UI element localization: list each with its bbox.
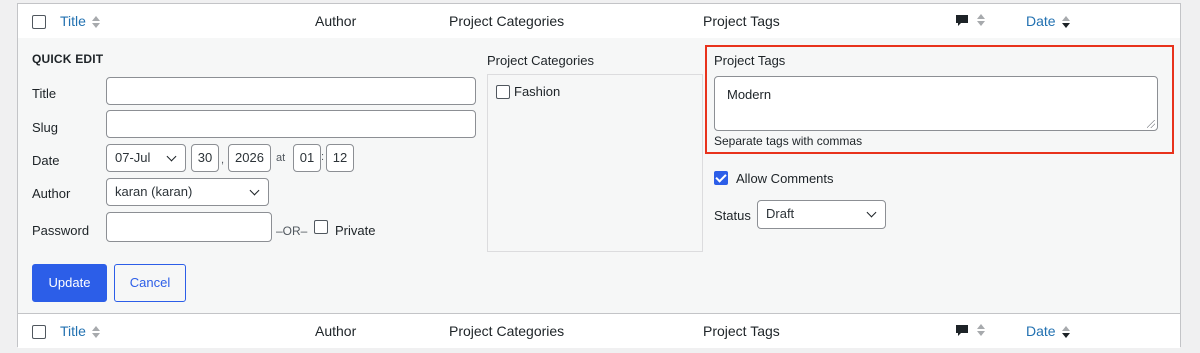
slug-label: Slug <box>32 120 59 135</box>
categories-label: Project Categories <box>487 53 594 68</box>
column-date-footer[interactable]: Date <box>1026 323 1070 339</box>
column-author-footer: Author <box>315 323 357 339</box>
year-input[interactable]: 2026 <box>228 144 271 172</box>
comment-bubble-icon <box>956 15 968 26</box>
date-at-label: at <box>276 152 286 164</box>
tags-label: Project Tags <box>714 53 786 68</box>
comment-bubble-icon <box>956 325 968 336</box>
quick-edit-heading: QUICK EDIT <box>32 52 104 66</box>
password-label: Password <box>32 223 90 238</box>
tags-hint: Separate tags with commas <box>714 134 863 148</box>
date-label: Date <box>32 153 60 168</box>
select-all-checkbox[interactable] <box>32 15 46 29</box>
author-value: karan (karan) <box>115 184 193 199</box>
column-title-label: Title <box>60 323 86 339</box>
author-label: Author <box>32 186 71 201</box>
sort-icon <box>1061 326 1070 339</box>
category-label-fashion: Fashion <box>514 84 561 99</box>
column-title-label: Title <box>60 13 86 29</box>
column-title-header[interactable]: Title <box>60 13 100 29</box>
column-date-header[interactable]: Date <box>1026 13 1070 29</box>
sort-icon <box>977 324 985 336</box>
date-comma: , <box>221 154 225 166</box>
column-categories-header: Project Categories <box>449 13 565 29</box>
author-select[interactable]: karan (karan) <box>106 178 269 206</box>
comments-column-header[interactable] <box>955 14 985 31</box>
column-title-footer[interactable]: Title <box>60 323 100 339</box>
select-all-checkbox-footer[interactable] <box>32 325 46 339</box>
status-select[interactable]: Draft <box>757 200 886 229</box>
title-label: Title <box>32 86 57 101</box>
column-tags-header: Project Tags <box>703 13 780 29</box>
comments-column-footer[interactable] <box>955 324 985 341</box>
table-header: Title Author Project Categories Project … <box>18 4 1180 39</box>
category-checkbox-fashion[interactable] <box>496 85 510 99</box>
private-checkbox[interactable] <box>314 220 328 234</box>
status-label: Status <box>714 208 751 223</box>
column-tags-footer: Project Tags <box>703 323 780 339</box>
sort-icon <box>91 326 100 339</box>
private-label: Private <box>335 223 376 238</box>
chevron-down-icon <box>166 151 177 162</box>
chevron-down-icon <box>866 207 877 218</box>
month-value: 07-Jul <box>115 150 151 165</box>
sort-icon <box>977 14 985 26</box>
time-colon: : <box>321 151 325 163</box>
column-date-label: Date <box>1026 13 1056 29</box>
or-separator: –OR– <box>276 224 308 238</box>
sort-icon <box>1061 16 1070 29</box>
update-button[interactable]: Update <box>32 264 107 302</box>
tags-textarea[interactable]: Modern <box>714 76 1158 131</box>
allow-comments-label: Allow Comments <box>736 171 834 186</box>
slug-input[interactable] <box>106 110 476 138</box>
tags-value: Modern <box>727 87 772 102</box>
posts-table: Title Author Project Categories Project … <box>17 3 1181 348</box>
column-date-label: Date <box>1026 323 1056 339</box>
sort-icon <box>91 16 100 29</box>
resize-handle-icon[interactable] <box>1147 120 1155 128</box>
hour-input[interactable]: 01 <box>293 144 321 172</box>
minute-input[interactable]: 12 <box>326 144 354 172</box>
quick-edit-panel: QUICK EDIT Title Slug Date 07-Jul 30 , 2… <box>18 38 1180 313</box>
month-select[interactable]: 07-Jul <box>106 144 186 172</box>
table-footer: Title Author Project Categories Project … <box>18 313 1180 348</box>
column-categories-footer: Project Categories <box>449 323 565 339</box>
password-input[interactable] <box>106 212 272 242</box>
chevron-down-icon <box>249 185 260 196</box>
categories-checklist: Fashion <box>487 74 703 252</box>
day-input[interactable]: 30 <box>191 144 219 172</box>
allow-comments-checkbox[interactable] <box>714 171 728 185</box>
title-input[interactable] <box>106 77 476 105</box>
status-value: Draft <box>766 206 795 221</box>
column-author-header: Author <box>315 13 357 29</box>
cancel-button[interactable]: Cancel <box>114 264 186 302</box>
